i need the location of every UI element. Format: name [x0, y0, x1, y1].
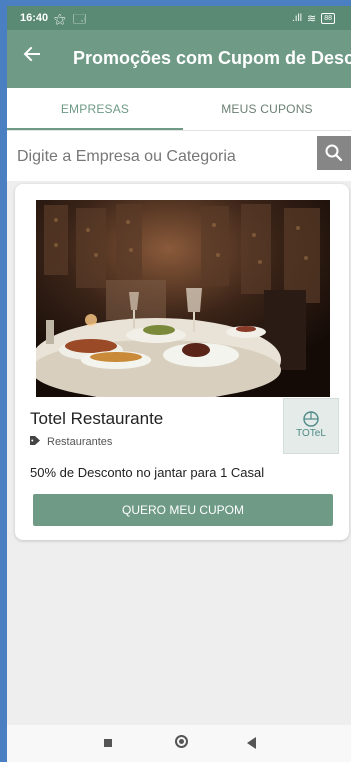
status-time: 16:40	[20, 12, 49, 24]
system-nav-bar	[7, 725, 351, 762]
restaurant-photo	[36, 200, 330, 397]
nav-back-icon[interactable]	[247, 737, 256, 749]
battery-icon: 88	[321, 13, 335, 24]
recent-apps-icon[interactable]	[104, 739, 112, 747]
category-label: Restaurantes	[47, 436, 113, 448]
tab-meus-cupons[interactable]: MEUS CUPONS	[183, 88, 351, 130]
notification-icons: ⚝ 🗔	[54, 12, 89, 26]
tab-bar: EMPRESAS MEUS CUPONS	[7, 88, 351, 130]
coupon-card[interactable]: Totel Restaurante Restaurantes TOTeL 50%…	[15, 184, 349, 540]
phone-screen: 16:40 ⚝ 🗔 .ıll ≋ 88 Promoções com Cupom …	[7, 6, 351, 762]
signal-icon: .ıll	[291, 13, 302, 24]
back-arrow-icon[interactable]	[23, 44, 41, 68]
tab-empresas[interactable]: EMPRESAS	[7, 88, 183, 130]
coupon-description: 50% de Desconto no jantar para 1 Casal	[30, 465, 265, 480]
search-bar	[7, 130, 351, 181]
get-coupon-button[interactable]: QUERO MEU CUPOM	[33, 494, 333, 526]
logo-text: TOTeL	[296, 428, 326, 439]
tag-icon	[30, 436, 41, 448]
category-row: Restaurantes	[30, 436, 112, 448]
page-title: Promoções com Cupom de Desc...	[73, 48, 351, 68]
status-bar: 16:40 ⚝ 🗔 .ıll ≋ 88	[7, 6, 351, 30]
search-icon	[325, 144, 343, 162]
search-button[interactable]	[317, 136, 351, 170]
app-bar: Promoções com Cupom de Desc...	[7, 30, 351, 88]
wifi-icon: ≋	[306, 13, 317, 25]
business-name: Totel Restaurante	[30, 409, 164, 428]
search-input[interactable]	[15, 139, 309, 175]
home-icon[interactable]	[175, 735, 188, 748]
business-logo: TOTeL	[283, 398, 339, 454]
status-right-group: .ıll ≋ 88	[292, 12, 335, 25]
